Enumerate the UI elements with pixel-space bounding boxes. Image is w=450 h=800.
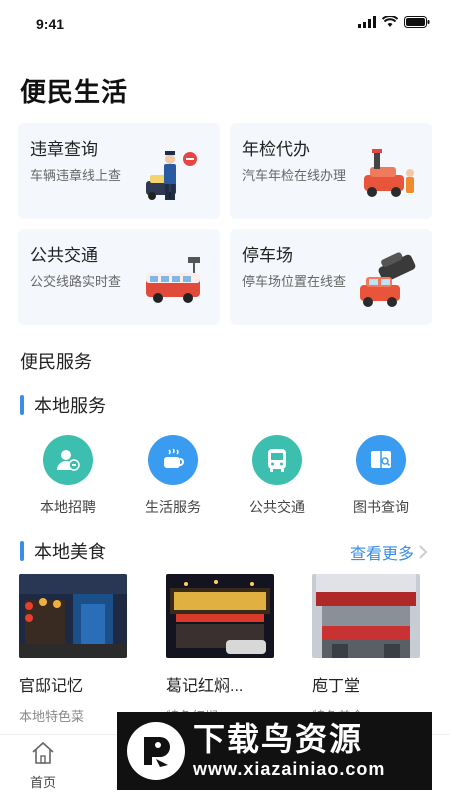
restaurant-photo xyxy=(166,574,274,658)
section-accent-bar xyxy=(20,395,24,415)
signal-icon xyxy=(358,16,376,28)
tab-home-label: 首页 xyxy=(29,775,56,790)
food-card[interactable]: 葛记红焖... 特色红焖 xyxy=(166,574,274,725)
food-tag: 本地特色菜 xyxy=(19,709,85,724)
page-title: 便民生活 xyxy=(20,77,129,107)
service-life-services[interactable]: 生活服务 xyxy=(128,435,218,517)
service-local-recruit[interactable]: 本地招聘 xyxy=(23,435,113,517)
bus-illustration xyxy=(146,257,200,303)
food-card[interactable]: 官邸记忆 本地特色菜 xyxy=(19,574,127,725)
status-time: 9:41 xyxy=(36,16,65,32)
annual-inspection-card[interactable]: 年检代办 汽车年检在线办理 xyxy=(230,123,432,219)
bird-logo-icon xyxy=(127,722,185,780)
restaurant-photo xyxy=(312,574,420,658)
public-transit-card[interactable]: 公共交通 公交线路实时查 xyxy=(18,229,220,325)
card-title: 违章查询 xyxy=(30,140,98,159)
status-bar: 9:41 xyxy=(0,0,450,48)
traffic-police-illustration xyxy=(146,151,197,200)
recruit-icon xyxy=(43,435,93,485)
service-label: 公共交通 xyxy=(249,499,305,515)
card-subtitle: 车辆违章线上查 xyxy=(30,168,122,183)
see-more-label: 查看更多 xyxy=(349,546,414,563)
watermark-banner: 下载鸟资源 www.xiazainiao.com xyxy=(117,712,432,790)
bus-icon xyxy=(252,435,302,485)
see-more-link[interactable]: 查看更多 xyxy=(350,540,428,564)
service-book-query[interactable]: 图书查询 xyxy=(336,435,426,517)
food-name: 葛记红焖... xyxy=(166,678,244,695)
service-label: 生活服务 xyxy=(145,499,201,515)
local-food-label: 本地美食 xyxy=(34,542,106,562)
violation-query-card[interactable]: 违章查询 车辆违章线上查 xyxy=(18,123,220,219)
local-food-header: 本地美食 xyxy=(20,540,106,562)
status-icons xyxy=(358,16,430,28)
section-accent-bar xyxy=(20,541,24,561)
local-services-label: 本地服务 xyxy=(34,396,106,416)
watermark-url: www.xiazainiao.com xyxy=(193,759,386,779)
food-card[interactable]: 庖丁堂 特色美食 xyxy=(312,574,420,725)
convenience-services-title: 便民服务 xyxy=(20,352,92,372)
car-repair-illustration xyxy=(364,149,414,197)
card-subtitle: 停车场位置在线查 xyxy=(242,274,347,289)
home-icon xyxy=(32,741,54,764)
parking-card[interactable]: 停车场 停车场位置在线查 xyxy=(230,229,432,325)
battery-icon xyxy=(404,16,430,28)
wifi-icon xyxy=(382,16,398,27)
card-subtitle: 公交线路实时查 xyxy=(30,274,122,289)
service-public-transit[interactable]: 公共交通 xyxy=(232,435,322,517)
card-title: 年检代办 xyxy=(242,140,310,159)
restaurant-photo xyxy=(19,574,127,658)
local-services-header: 本地服务 xyxy=(20,394,106,416)
book-search-icon xyxy=(356,435,406,485)
card-title: 公共交通 xyxy=(30,246,98,265)
watermark-title: 下载鸟资源 xyxy=(193,720,364,758)
chevron-right-icon xyxy=(419,545,428,559)
parked-cars-illustration xyxy=(360,252,416,307)
card-title: 停车场 xyxy=(242,246,293,265)
service-label: 图书查询 xyxy=(353,499,409,515)
tab-home[interactable]: 首页 xyxy=(20,741,66,791)
card-subtitle: 汽车年检在线办理 xyxy=(242,168,347,183)
food-name: 官邸记忆 xyxy=(19,678,84,695)
coffee-cup-icon xyxy=(148,435,198,485)
food-name: 庖丁堂 xyxy=(312,678,361,695)
service-label: 本地招聘 xyxy=(40,499,96,515)
